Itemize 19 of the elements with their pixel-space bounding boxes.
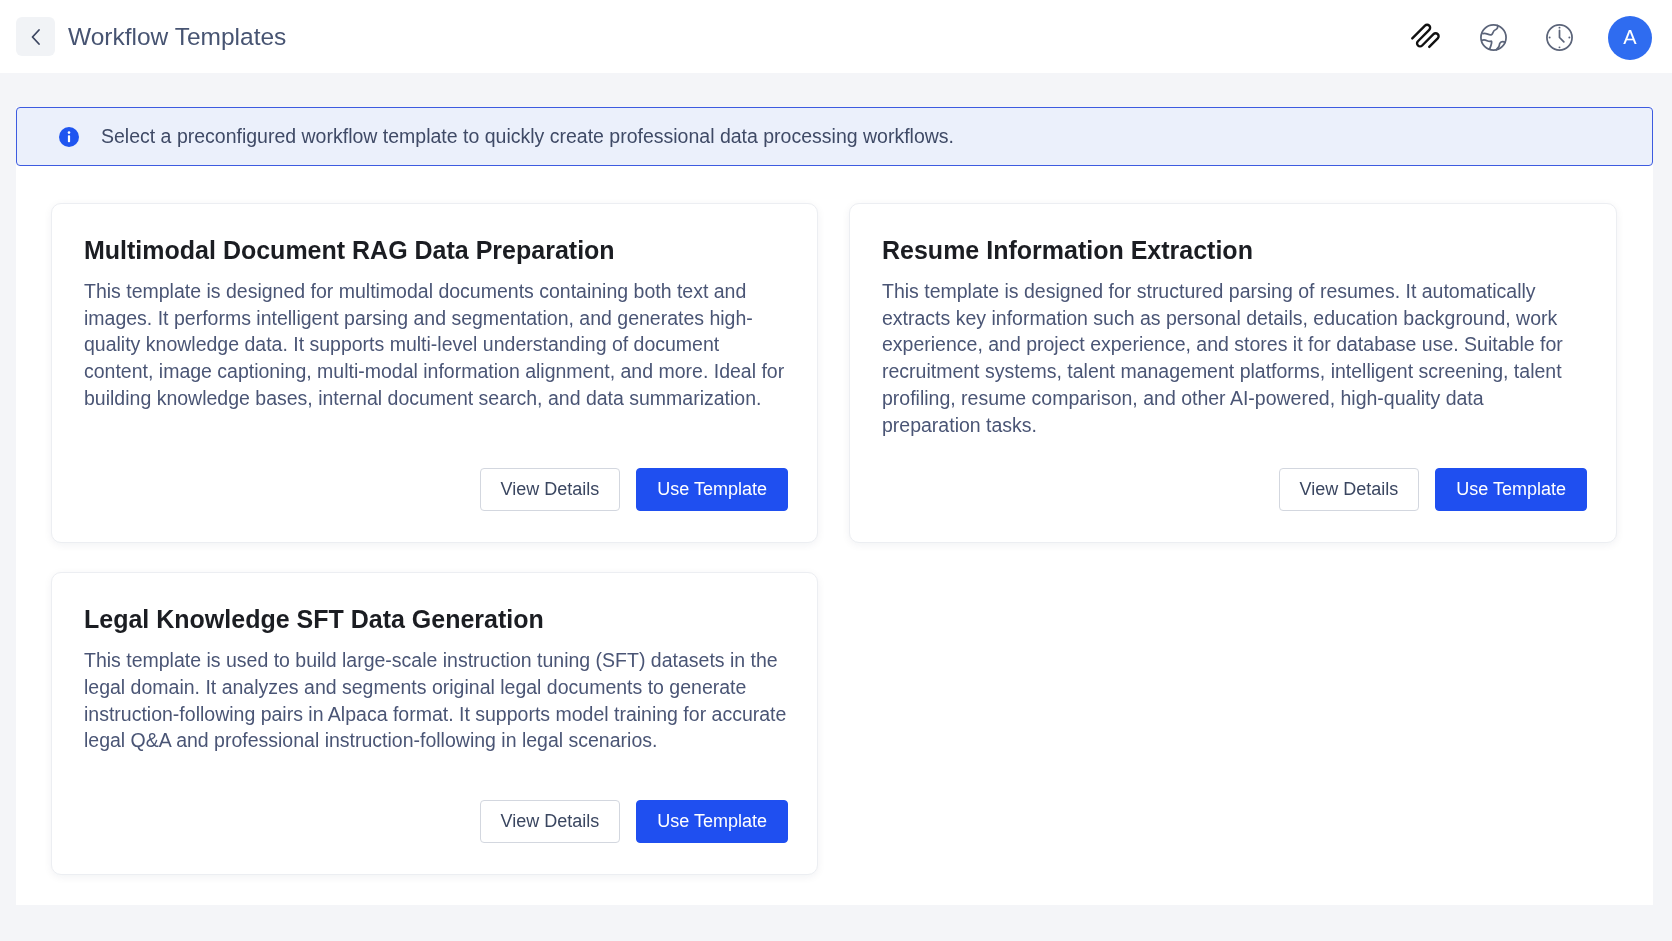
clock-icon[interactable]: [1545, 23, 1574, 52]
back-button[interactable]: [16, 17, 55, 56]
card-title: Legal Knowledge SFT Data Generation: [84, 604, 545, 636]
primary-button[interactable]: Use Template: [636, 468, 788, 512]
page-title: Workflow Templates: [68, 21, 287, 52]
card-description: This template is designed for structured parsing of resumes. It automatically extracts key information such as personal details, education background, work experience, and project experience, and stores it for database use. Suitable for recruitment systems, talent management platforms, intelligent screening, talent profiling, resume comparison, and other AI-powered, high-quality data preparation tasks.: [882, 279, 1564, 438]
card-description: This template is designed for multimodal documents containing both text and images. It performs intelligent parsing and segmentation, and generates high-quality knowledge data. It supports multi-level understanding of document content, image captioning, multi-modal information alignment, and more. Ideal for building knowledge bases, internal document search, and data summarization.: [84, 279, 786, 411]
card-title: Multimodal Document RAG Data Preparation: [84, 235, 616, 266]
outline-button[interactable]: View Details: [1278, 468, 1420, 512]
outline-button[interactable]: View Details: [479, 800, 621, 844]
outline-button[interactable]: View Details: [479, 468, 621, 512]
user-avatar[interactable]: A: [1608, 15, 1652, 60]
info-text: Select a preconfigured workflow template to quickly create professional data processing workflows.: [101, 125, 954, 148]
info-icon: [59, 126, 79, 147]
card-description: This template is used to build large-scale instruction tuning (SFT) datasets in the legal domain. It analyzes and segments original legal documents to generate instruction-following pairs in Alpaca format. It supports model training for accurate legal Q&A and professional instruction-following in legal scenarios.: [84, 648, 788, 754]
globe-icon[interactable]: [1479, 23, 1508, 52]
primary-button[interactable]: Use Template: [636, 800, 788, 844]
primary-button[interactable]: Use Template: [1435, 468, 1587, 512]
card-title: Resume Information Extraction: [882, 235, 1254, 266]
